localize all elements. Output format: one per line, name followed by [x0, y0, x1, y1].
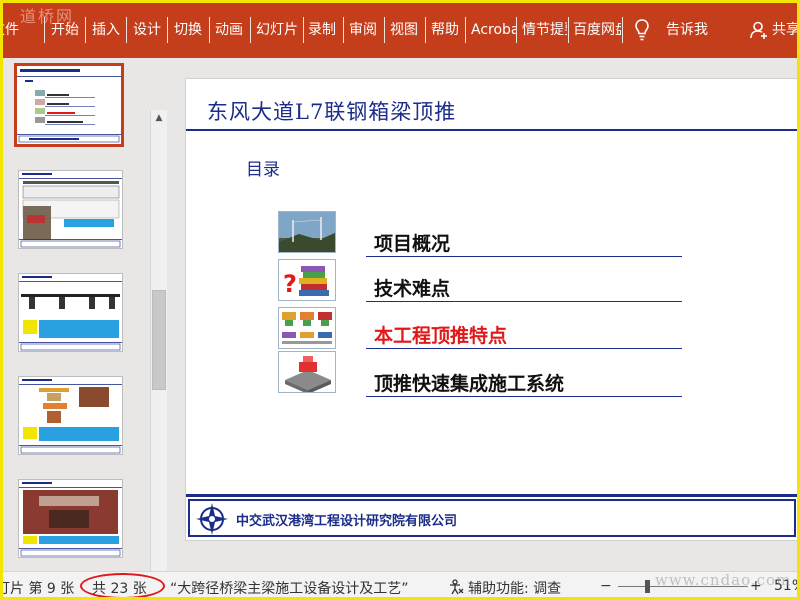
share-button[interactable]: 共享	[772, 20, 800, 40]
current-slide[interactable]: 东风大道L7联钢箱梁顶推 目录 项目概况 ? 技术难点 本工程顶推特点 顶推快速…	[185, 78, 800, 541]
thumbnail-preview	[17, 69, 121, 143]
tab-storyboard[interactable]: 情节提要	[522, 20, 567, 40]
thumbnail-preview	[19, 276, 122, 351]
toc-item-text[interactable]: 项目概况	[374, 229, 450, 256]
tab-separator	[568, 17, 569, 43]
tab-separator	[85, 17, 86, 43]
scrollbar-thumb[interactable]	[152, 290, 166, 390]
toc-item-text[interactable]: 技术难点	[374, 274, 450, 301]
company-name: 中交武汉港湾工程设计研究院有限公司	[236, 514, 458, 529]
tab-transitions[interactable]: 切换	[174, 20, 202, 40]
tab-slideshow[interactable]: 幻灯片	[256, 20, 298, 40]
slide-thumbnail[interactable]	[18, 479, 123, 558]
project-overview-picture[interactable]	[278, 211, 336, 253]
zoom-out-button[interactable]: −	[600, 578, 612, 594]
tab-separator	[44, 17, 45, 43]
slide-editing-area: 东风大道L7联钢箱梁顶推 目录 项目概况 ? 技术难点 本工程顶推特点 顶推快速…	[170, 58, 800, 571]
tab-animations[interactable]: 动画	[215, 20, 243, 40]
tab-separator	[516, 17, 517, 43]
tab-file[interactable]: 文件	[0, 20, 19, 40]
tab-insert[interactable]: 插入	[92, 20, 120, 40]
scroll-up-arrow-icon[interactable]: ▲	[151, 110, 167, 126]
slide-thumbnail[interactable]	[18, 273, 123, 352]
tab-separator	[250, 17, 251, 43]
tab-separator	[303, 17, 304, 43]
tab-separator	[622, 17, 623, 43]
tab-record[interactable]: 录制	[308, 20, 336, 40]
zoom-slider-knob[interactable]	[645, 580, 650, 593]
tab-acrobat[interactable]: Acrobat	[471, 20, 516, 40]
toc-item-text[interactable]: 顶推快速集成施工系统	[374, 369, 564, 396]
tab-view[interactable]: 视图	[390, 20, 418, 40]
tab-separator	[209, 17, 210, 43]
tab-separator	[126, 17, 127, 43]
tab-help[interactable]: 帮助	[431, 20, 459, 40]
construction-system-picture[interactable]	[278, 351, 336, 393]
slide-footer[interactable]: 中交武汉港湾工程设计研究院有限公司	[188, 499, 796, 537]
total-slides-count: 共 23 张	[92, 581, 147, 597]
tab-home[interactable]: 开始	[51, 20, 79, 40]
site-watermark: www.cndao.com	[655, 571, 792, 589]
tab-separator	[167, 17, 168, 43]
share-person-icon[interactable]	[750, 21, 768, 39]
thumbnail-preview	[19, 173, 122, 248]
footer-rule	[186, 494, 800, 497]
accessibility-status[interactable]: 辅助功能: 调查	[468, 578, 561, 598]
tell-me-search[interactable]: 告诉我	[666, 20, 708, 40]
thumbnail-scrollbar[interactable]: ▲ ▼	[150, 110, 167, 600]
toc-underline	[366, 348, 682, 349]
tab-review[interactable]: 审阅	[349, 20, 377, 40]
tab-design[interactable]: 设计	[133, 20, 161, 40]
thumbnail-preview	[19, 482, 122, 557]
jacking-features-picture[interactable]	[278, 307, 336, 349]
slide-thumbnail-pane: ▲ ▼	[3, 58, 168, 600]
toc-underline	[366, 301, 682, 302]
tab-baidu-pan[interactable]: 百度网盘	[573, 20, 621, 40]
slide-thumbnail[interactable]	[18, 376, 123, 455]
toc-item-text-highlighted[interactable]: 本工程顶推特点	[374, 321, 507, 348]
tab-separator	[343, 17, 344, 43]
slide-thumbnail[interactable]	[14, 63, 124, 147]
slide-title[interactable]: 东风大道L7联钢箱梁顶推	[207, 96, 456, 126]
accessibility-icon[interactable]	[448, 579, 464, 595]
tab-separator	[425, 17, 426, 43]
svg-text:?: ?	[283, 270, 297, 298]
tab-separator	[384, 17, 385, 43]
thumbnail-preview	[19, 379, 122, 454]
slide-number-indicator[interactable]: 幻灯片 第 9 张	[0, 578, 74, 598]
ribbon-tabs: 道桥网 文件 开始 插入 设计 切换 动画 幻灯片 录制 审阅 视图 帮助 Ac…	[0, 0, 800, 58]
tab-separator	[465, 17, 466, 43]
toc-label[interactable]: 目录	[246, 155, 280, 180]
toc-underline	[366, 396, 682, 397]
document-title: “大跨径桥梁主梁施工设备设计及工艺”	[170, 581, 409, 597]
lightbulb-icon[interactable]	[635, 19, 649, 41]
toc-underline	[366, 256, 682, 257]
books-question-picture[interactable]: ?	[278, 259, 336, 301]
slide-thumbnail[interactable]	[18, 170, 123, 249]
company-logo-icon	[196, 503, 228, 535]
title-rule	[186, 129, 800, 131]
